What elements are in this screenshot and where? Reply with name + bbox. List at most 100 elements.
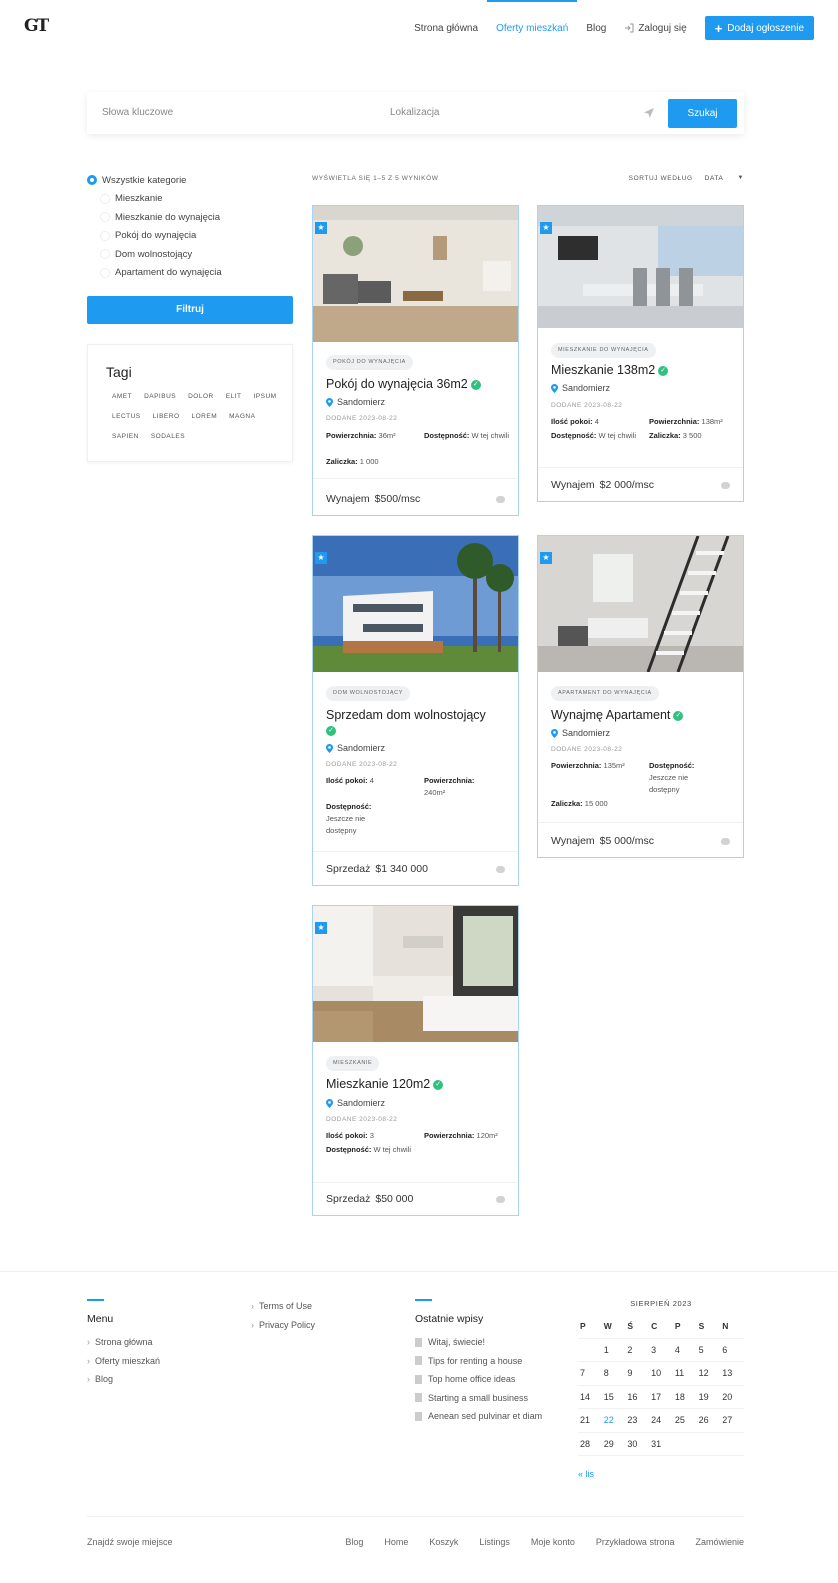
bottom-nav: Blog Home Koszyk Listings Moje konto Prz…	[324, 1537, 744, 1547]
site-logo[interactable]: GT	[24, 16, 50, 38]
listing-title[interactable]: Mieszkanie 120m2 ✓	[326, 1077, 511, 1092]
nav-login[interactable]: Zaloguj się	[624, 0, 687, 56]
attr-label: Dostępność:	[551, 431, 597, 440]
calendar-day: 5	[696, 1339, 721, 1362]
radio-checked-icon[interactable]	[87, 175, 97, 186]
attr-label: Powierzchnia:	[551, 761, 602, 770]
listing-photo[interactable]: ★	[313, 906, 518, 1042]
tag-link[interactable]: DAPIBUS	[138, 391, 182, 401]
tag-link[interactable]: ELIT	[220, 391, 248, 401]
recent-post-title: Aenean sed pulvinar et diam	[428, 1411, 543, 1422]
bottom-link[interactable]: Koszyk	[429, 1537, 458, 1547]
attr-value: Jeszcze nie dostępny	[326, 814, 366, 835]
comment-icon[interactable]	[721, 838, 730, 845]
category-option[interactable]: Dom wolnostojący	[87, 245, 222, 264]
listing-location: Sandomierz	[326, 397, 385, 407]
footer-link[interactable]: › Strona główna	[87, 1333, 160, 1352]
filter-button[interactable]: Filtruj	[87, 296, 293, 324]
nav-home[interactable]: Strona główna	[414, 0, 478, 56]
verified-icon: ✓	[673, 710, 684, 721]
verified-icon: ✓	[470, 379, 481, 390]
add-listing-button[interactable]: + Dodaj ogłoszenie	[704, 16, 814, 40]
radio-icon[interactable]	[100, 230, 110, 241]
search-button[interactable]: Szukaj	[668, 99, 737, 128]
tag-link[interactable]: IPSUM	[247, 391, 282, 401]
attr-value: 4	[369, 776, 374, 785]
locate-icon[interactable]	[643, 107, 655, 119]
tag-link[interactable]: LOREM	[186, 411, 224, 421]
tag-link[interactable]: MAGNA	[223, 411, 261, 421]
location-input[interactable]: Lokalizacja	[390, 92, 630, 134]
listing-photo[interactable]: ★	[538, 536, 743, 672]
category-badge[interactable]: MIESZKANIE	[326, 1056, 380, 1071]
listing-card[interactable]: ★ APARTAMENT DO WYNAJĘCIA Wynajmę Aparta…	[537, 535, 744, 858]
listing-title[interactable]: Pokój do wynajęcia 36m2 ✓	[326, 377, 511, 392]
tag-link[interactable]: AMET	[106, 391, 138, 401]
nav-blog[interactable]: Blog	[586, 0, 606, 56]
bottom-link[interactable]: Blog	[345, 1537, 363, 1547]
category-option[interactable]: Wszystkie kategorie	[87, 171, 222, 190]
bottom-link[interactable]: Moje konto	[531, 1537, 575, 1547]
tags-widget: Tagi AMET DAPIBUS DOLOR ELIT IPSUM LECTU…	[87, 344, 293, 462]
calendar-day: 12	[696, 1362, 721, 1386]
radio-icon[interactable]	[100, 249, 110, 260]
category-badge[interactable]: APARTAMENT DO WYNAJĘCIA	[551, 686, 659, 701]
category-option[interactable]: Mieszkanie do wynajęcia	[87, 208, 222, 227]
tag-link[interactable]: SODALES	[145, 431, 191, 441]
listing-card[interactable]: ★ MIESZKANIE DO WYNAJĘCIA Mieszkanie 138…	[537, 205, 744, 502]
bottom-link[interactable]: Home	[384, 1537, 408, 1547]
tag-link[interactable]: DOLOR	[182, 391, 220, 401]
radio-icon[interactable]	[100, 267, 110, 278]
tag-link[interactable]: LIBERO	[147, 411, 186, 421]
recent-post-link[interactable]: Starting a small business	[415, 1389, 542, 1408]
comment-icon[interactable]	[496, 496, 505, 503]
bottom-link[interactable]: Listings	[479, 1537, 510, 1547]
caret-down-icon[interactable]: ▼	[737, 175, 744, 182]
bottom-link[interactable]: Przykładowa strona	[596, 1537, 675, 1547]
listing-title[interactable]: Mieszkanie 138m2 ✓	[551, 363, 736, 378]
recent-post-link[interactable]: Witaj, świecie!	[415, 1333, 542, 1352]
attr-value: W tej chwili	[373, 1145, 412, 1154]
listing-photo[interactable]: ★	[313, 536, 518, 672]
tag-link[interactable]: SAPIEN	[106, 431, 145, 441]
listing-title[interactable]: Sprzedam dom wolnostojący ✓	[326, 708, 511, 738]
recent-post-link[interactable]: Tips for renting a house	[415, 1352, 542, 1371]
comment-icon[interactable]	[721, 482, 730, 489]
listing-card[interactable]: ★ MIESZKANIE Mieszkanie 120m2 ✓ Sandomier…	[312, 905, 519, 1216]
keywords-input[interactable]: Słowa kluczowe	[102, 92, 372, 134]
nav-listings[interactable]: Oferty mieszkań	[487, 0, 578, 56]
category-option[interactable]: Mieszkanie	[87, 190, 222, 209]
listing-photo[interactable]: ★	[538, 206, 743, 328]
footer-link[interactable]: › Blog	[87, 1370, 160, 1389]
bottom-link[interactable]: Zamówienie	[695, 1537, 744, 1547]
category-badge[interactable]: MIESZKANIE DO WYNAJĘCIA	[551, 343, 656, 358]
listing-card[interactable]: ★ DOM WOLNOSTOJĄCY Sprzedam dom wolnosto…	[312, 535, 519, 886]
listing-photo[interactable]: ★	[313, 206, 518, 342]
sort-value[interactable]: DATA	[705, 175, 724, 182]
radio-icon[interactable]	[100, 212, 110, 223]
footer-link[interactable]: › Privacy Policy	[251, 1316, 315, 1335]
listing-card[interactable]: ★ POKÓJ DO WYNAJĘCIA Pokój do wynajęcia …	[312, 205, 519, 516]
comment-icon[interactable]	[496, 1196, 505, 1203]
tag-link[interactable]: LECTUS	[106, 411, 147, 421]
radio-icon[interactable]	[100, 193, 110, 204]
recent-post-link[interactable]: Aenean sed pulvinar et diam	[415, 1407, 542, 1426]
featured-star-icon: ★	[315, 552, 327, 564]
calendar-prev-link[interactable]: « lis	[578, 1469, 744, 1479]
footer-divider	[0, 1271, 838, 1272]
listing-title[interactable]: Wynajmę Apartament ✓	[551, 708, 736, 723]
featured-star-icon: ★	[315, 922, 327, 934]
add-listing-label: Dodaj ogłoszenie	[727, 22, 804, 34]
calendar-day-header: N	[720, 1315, 744, 1339]
category-badge[interactable]: DOM WOLNOSTOJĄCY	[326, 686, 411, 701]
recent-post-link[interactable]: Top home office ideas	[415, 1370, 542, 1389]
category-badge[interactable]: POKÓJ DO WYNAJĘCIA	[326, 355, 413, 370]
category-option[interactable]: Apartament do wynajęcia	[87, 264, 222, 283]
footer-link[interactable]: › Oferty mieszkań	[87, 1352, 160, 1371]
heading-accent	[87, 1299, 104, 1301]
price-type: Sprzedaż	[326, 863, 371, 875]
category-option[interactable]: Pokój do wynajęcia	[87, 227, 222, 246]
comment-icon[interactable]	[496, 866, 505, 873]
footer-link[interactable]: › Terms of Use	[251, 1297, 315, 1316]
sort-select[interactable]: SORTUJ WEDŁUG DATA ▼	[629, 175, 744, 182]
